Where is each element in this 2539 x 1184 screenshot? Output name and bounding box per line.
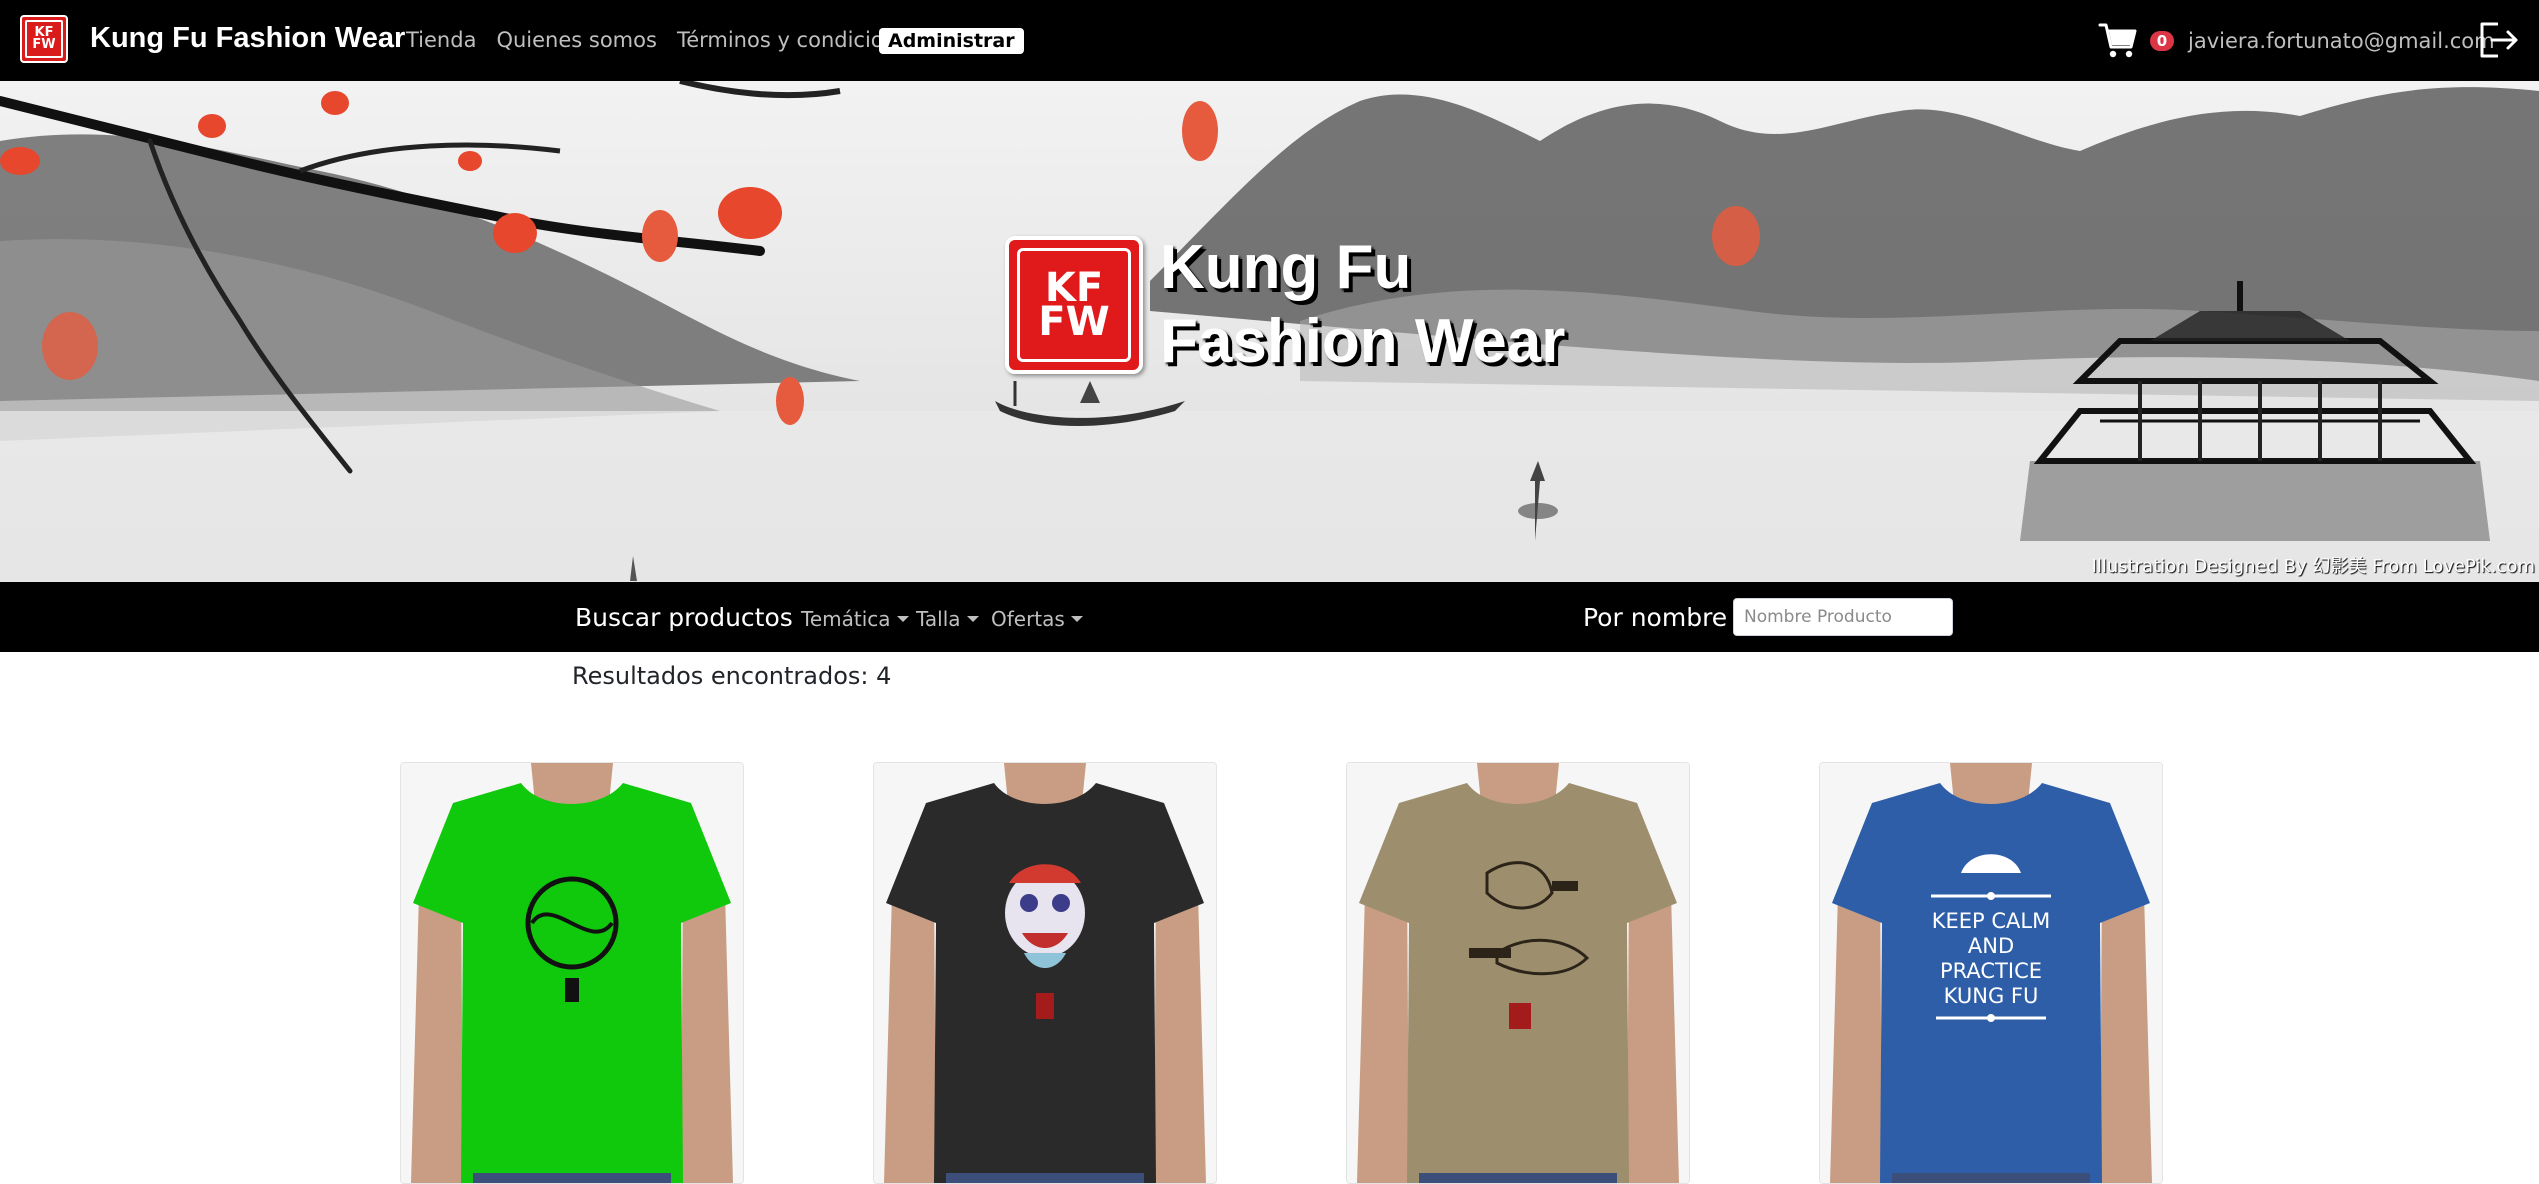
by-name-label: Por nombre xyxy=(1583,603,1728,632)
top-navbar: KF FW Kung Fu Fashion Wear Tienda Quiene… xyxy=(0,0,2539,81)
design-text-line: KUNG FU xyxy=(1944,984,2039,1008)
product-card[interactable] xyxy=(873,762,1217,1184)
filter-talla-dropdown[interactable]: Talla xyxy=(916,607,979,631)
hero-title-line2: Fashion Wear xyxy=(1160,307,1566,376)
cart-count-badge: 0 xyxy=(2150,31,2174,51)
brand-name[interactable]: Kung Fu Fashion Wear xyxy=(90,22,405,55)
product-card[interactable] xyxy=(400,762,744,1184)
user-email[interactable]: javiera.fortunato@gmail.com xyxy=(2188,29,2495,53)
logout-icon[interactable] xyxy=(2478,20,2520,60)
product-card[interactable] xyxy=(1346,762,1690,1184)
design-text-line: KEEP CALM xyxy=(1932,909,2051,933)
nav-link-tienda[interactable]: Tienda xyxy=(406,28,476,52)
admin-button[interactable]: Administrar xyxy=(879,28,1024,54)
hero-title: Kung Fu Fashion Wear xyxy=(1160,231,1565,379)
hero-logo: KF FW xyxy=(1005,236,1143,374)
design-text-line: PRACTICE xyxy=(1940,959,2042,983)
design-text-line: AND xyxy=(1968,934,2014,958)
product-image xyxy=(401,763,743,1183)
filter-tematica-dropdown[interactable]: Temática xyxy=(801,607,909,631)
product-card[interactable]: KEEP CALM AND PRACTICE KUNG FU xyxy=(1819,762,2163,1184)
hero-title-line1: Kung Fu xyxy=(1160,233,1412,302)
product-image xyxy=(874,763,1216,1183)
nav-link-quienes-somos[interactable]: Quienes somos xyxy=(496,28,656,52)
shopping-cart-icon[interactable] xyxy=(2098,20,2138,60)
illustration-credit: Illustration Designed By 幻影美 From LovePi… xyxy=(2091,556,2535,577)
product-search-bar: Buscar productos Temática Talla Ofertas … xyxy=(0,582,2539,652)
product-name-search-input[interactable] xyxy=(1733,598,1953,636)
brand-logo[interactable]: KF FW xyxy=(20,15,68,63)
product-image xyxy=(1347,763,1689,1183)
search-title: Buscar productos xyxy=(575,603,793,632)
filter-ofertas-dropdown[interactable]: Ofertas xyxy=(991,607,1083,631)
product-image: KEEP CALM AND PRACTICE KUNG FU xyxy=(1820,763,2162,1183)
hero-banner: KF FW Kung Fu Fashion Wear Illustration … xyxy=(0,81,2539,582)
results-count: Resultados encontrados: 4 xyxy=(572,662,892,690)
main-nav: Tienda Quienes somos Términos y condicio… xyxy=(406,28,941,52)
